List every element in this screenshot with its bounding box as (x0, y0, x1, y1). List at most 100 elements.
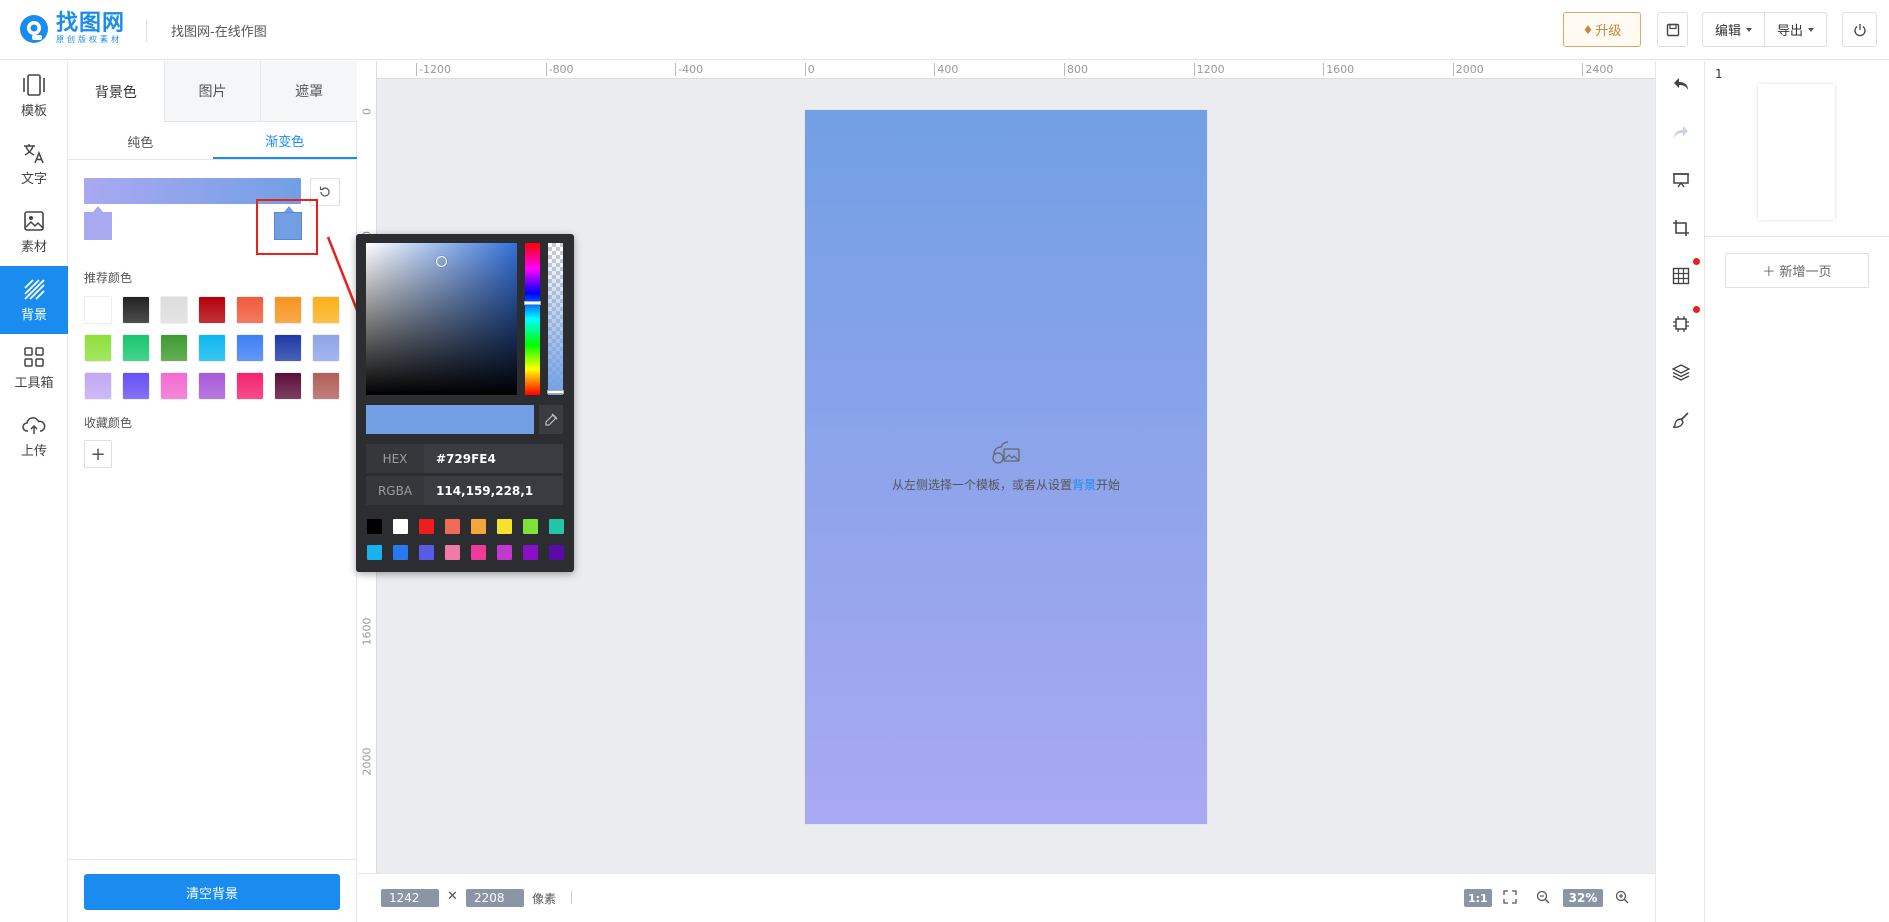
clean-button[interactable] (1671, 410, 1691, 430)
palette-swatch[interactable] (367, 519, 382, 534)
edit-menu-button[interactable]: 编辑 (1702, 12, 1765, 47)
color-swatch[interactable] (274, 296, 302, 324)
artboard[interactable] (805, 110, 1207, 824)
color-swatch[interactable] (84, 334, 112, 362)
undo-button[interactable] (1671, 74, 1691, 94)
palette-swatch[interactable] (393, 545, 408, 560)
palette-swatch[interactable] (497, 519, 512, 534)
table-button[interactable] (1671, 266, 1691, 286)
palette-swatch[interactable] (419, 519, 434, 534)
saturation-handle[interactable] (436, 256, 447, 267)
hue-handle[interactable] (524, 301, 541, 305)
color-swatch[interactable] (236, 334, 264, 362)
diamond-icon: ♦ (1582, 22, 1594, 37)
page-thumbnail[interactable] (1758, 84, 1835, 220)
layers-icon (1672, 364, 1690, 381)
canvas-width-input[interactable]: 1242 (381, 889, 439, 907)
palette-swatch[interactable] (445, 519, 460, 534)
rail-item-material[interactable]: 素材 (0, 198, 68, 266)
chevron-down-icon (1808, 27, 1814, 32)
rgba-input[interactable]: 114,159,228,1 (424, 476, 563, 505)
color-swatch[interactable] (84, 296, 112, 324)
crop-button[interactable] (1671, 218, 1691, 238)
color-swatch[interactable] (198, 334, 226, 362)
palette-swatch[interactable] (445, 545, 460, 560)
color-swatch[interactable] (160, 334, 188, 362)
crop-icon (1673, 220, 1689, 236)
hex-input[interactable]: #729FE4 (424, 444, 563, 473)
fullscreen-button[interactable] (1503, 890, 1517, 904)
actual-size-button[interactable]: 1:1 (1464, 889, 1492, 907)
add-page-button[interactable]: ＋ 新增一页 (1725, 253, 1869, 288)
presentation-button[interactable] (1671, 170, 1691, 190)
rail-item-template[interactable]: 模板 (0, 62, 68, 130)
text-icon (24, 143, 44, 163)
hint-background-link[interactable]: 背景 (1072, 478, 1096, 492)
chart-tool-button[interactable] (1671, 314, 1691, 334)
save-button[interactable] (1657, 12, 1688, 47)
image-icon (24, 210, 44, 231)
rail-item-background[interactable]: 背景 (0, 266, 68, 334)
color-swatch[interactable] (122, 334, 150, 362)
export-menu-button[interactable]: 导出 (1764, 12, 1827, 47)
power-icon (1853, 23, 1866, 36)
clear-background-button[interactable]: 清空背景 (84, 874, 340, 910)
palette-swatch[interactable] (471, 545, 486, 560)
rgba-label: RGBA (366, 476, 424, 505)
gradient-stop-start[interactable] (84, 206, 112, 240)
hint-text: 从左侧选择一个模板，或者从设置 (891, 478, 1072, 492)
rail-item-text[interactable]: 文字 (0, 130, 68, 198)
color-mode-tabs: 纯色 渐变色 (68, 123, 357, 160)
zoom-level[interactable]: 32% (1563, 889, 1603, 907)
alpha-handle[interactable] (547, 390, 564, 394)
add-favorite-color-button[interactable]: + (84, 440, 112, 468)
palette-swatch[interactable] (549, 545, 564, 560)
upgrade-button[interactable]: ♦ 升级 (1563, 12, 1641, 47)
color-picker-popup: HEX #729FE4 RGBA 114,159,228,1 (356, 234, 574, 572)
hue-slider[interactable] (525, 243, 540, 395)
tab-gradient-color[interactable]: 渐变色 (212, 123, 357, 159)
tab-solid-color[interactable]: 纯色 (68, 123, 213, 159)
color-swatch[interactable] (160, 372, 188, 400)
logo-icon (20, 15, 48, 43)
notification-dot (1693, 258, 1700, 265)
color-swatch[interactable] (122, 296, 150, 324)
tab-background-color[interactable]: 背景色 (68, 61, 164, 122)
rail-item-toolbox[interactable]: 工具箱 (0, 334, 68, 402)
redo-button[interactable] (1671, 122, 1691, 142)
color-swatch[interactable] (160, 296, 188, 324)
palette-swatch[interactable] (393, 519, 408, 534)
logout-button[interactable] (1842, 12, 1877, 47)
color-swatch[interactable] (84, 372, 112, 400)
color-swatch[interactable] (198, 372, 226, 400)
tab-image[interactable]: 图片 (163, 61, 261, 122)
palette-swatch[interactable] (497, 545, 512, 560)
eyedropper-button[interactable] (539, 405, 563, 434)
logo[interactable]: 找图网 原创版权素材 (18, 13, 125, 45)
tab-mask[interactable]: 遮罩 (260, 61, 358, 122)
undo-icon (1674, 78, 1688, 90)
pages-panel: 1 ＋ 新增一页 (1705, 61, 1889, 922)
ruler-tick-label: 1600 (360, 617, 374, 646)
palette-swatch[interactable] (523, 519, 538, 534)
zoom-out-button[interactable] (1536, 890, 1550, 904)
canvas-height-input[interactable]: 2208 (466, 889, 524, 907)
color-swatch[interactable] (274, 372, 302, 400)
palette-swatch[interactable] (367, 545, 382, 560)
palette-swatch[interactable] (419, 545, 434, 560)
palette-swatch[interactable] (523, 545, 538, 560)
color-swatch[interactable] (198, 296, 226, 324)
left-rail: 模板 文字 素材 背景 工具箱 上传 (0, 61, 68, 922)
zoom-in-button[interactable] (1615, 890, 1629, 904)
zoom-out-icon (1536, 890, 1550, 904)
layers-button[interactable] (1671, 362, 1691, 382)
palette-swatch[interactable] (549, 519, 564, 534)
color-swatch[interactable] (274, 334, 302, 362)
palette-swatch[interactable] (471, 519, 486, 534)
chevron-down-icon (1746, 27, 1752, 32)
color-swatch[interactable] (236, 372, 264, 400)
header-divider (146, 20, 147, 42)
color-swatch[interactable] (236, 296, 264, 324)
rail-item-upload[interactable]: 上传 (0, 402, 68, 470)
color-swatch[interactable] (122, 372, 150, 400)
